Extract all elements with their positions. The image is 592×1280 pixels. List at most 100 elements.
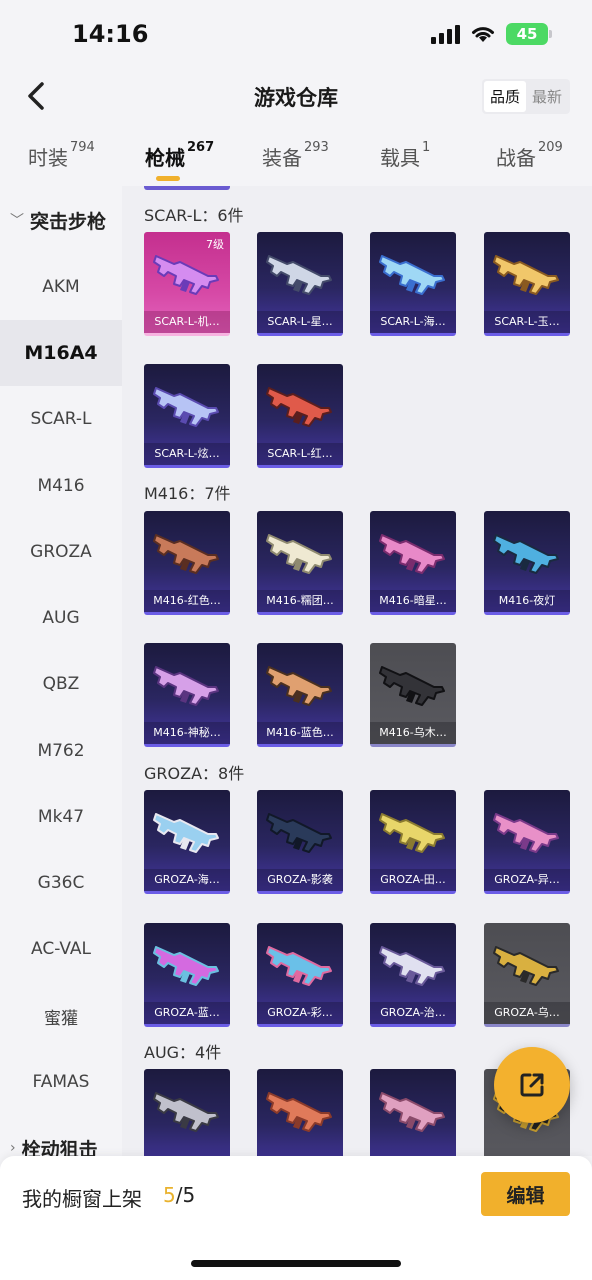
status-bar: 14:16 45 <box>0 0 592 64</box>
battery-level: 45 <box>516 25 538 43</box>
tab-equipment[interactable]: 装备 293 <box>262 140 329 171</box>
section-title-aug: AUG：4件 <box>144 1043 222 1062</box>
rifle-icon <box>153 813 219 853</box>
weapon-card[interactable]: M416-暗星… <box>370 511 456 615</box>
weapon-card[interactable]: M416-乌木… <box>370 643 456 747</box>
weapon-card[interactable] <box>257 1069 343 1156</box>
home-indicator <box>191 1260 401 1267</box>
weapon-card[interactable] <box>144 1069 230 1156</box>
weapon-card[interactable] <box>370 1069 456 1156</box>
tab-label: 装备 <box>262 146 302 170</box>
tab-count: 1 <box>422 140 431 155</box>
weapon-card[interactable]: 7级 SCAR-L-机… <box>144 232 230 336</box>
weapon-card[interactable]: GROZA-治… <box>370 923 456 1027</box>
rifle-icon <box>493 534 559 574</box>
rifle-icon <box>493 813 559 853</box>
wifi-icon <box>472 27 494 42</box>
sidebar-item-m416[interactable]: M416 <box>0 453 122 519</box>
share-icon <box>520 1073 544 1097</box>
card-label: M416-红色… <box>144 590 230 612</box>
weapon-card[interactable]: GROZA-乌… <box>484 923 570 1027</box>
weapon-card[interactable]: GROZA-田… <box>370 790 456 894</box>
sidebar-item-scar-l[interactable]: SCAR-L <box>0 386 122 452</box>
edit-button[interactable]: 编辑 <box>481 1172 570 1216</box>
sidebar-item-qbz[interactable]: QBZ <box>0 651 122 717</box>
weapon-card[interactable]: SCAR-L-海… <box>370 232 456 336</box>
card-label: SCAR-L-玉… <box>484 311 570 333</box>
rifle-icon <box>153 534 219 574</box>
sidebar-item-akm[interactable]: AKM <box>0 254 122 320</box>
sidebar-item-m762[interactable]: M762 <box>0 718 122 784</box>
section-title-groza: GROZA：8件 <box>144 764 245 783</box>
weapon-card[interactable]: M416-红色… <box>144 511 230 615</box>
sidebar-item-aug[interactable]: AUG <box>0 585 122 651</box>
weapon-card[interactable]: M416-神秘… <box>144 643 230 747</box>
sidebar-item-label: AC-VAL <box>31 939 91 959</box>
tab-supplies[interactable]: 战备 209 <box>496 140 563 171</box>
weapon-card[interactable]: SCAR-L-炫… <box>144 364 230 468</box>
rifle-icon <box>266 534 332 574</box>
rifle-icon <box>379 255 445 295</box>
rifle-icon <box>153 666 219 706</box>
weapon-card[interactable]: M416-夜灯 <box>484 511 570 615</box>
card-label: GROZA-海… <box>144 869 230 891</box>
weapon-card[interactable]: M416-糯团… <box>257 511 343 615</box>
sidebar-item-label: SCAR-L <box>30 409 92 429</box>
sort-quality-button[interactable]: 品质 <box>483 81 526 112</box>
rifle-icon <box>493 946 559 986</box>
sidebar-group-bolt[interactable]: › 栓动狙击 <box>0 1126 122 1157</box>
weapon-card[interactable]: SCAR-L-星… <box>257 232 343 336</box>
sidebar-item-ac-val[interactable]: AC-VAL <box>0 916 122 982</box>
tab-fashion[interactable]: 时装 794 <box>28 140 95 171</box>
rifle-icon <box>379 1092 445 1132</box>
weapon-sidebar[interactable]: ﹀ 突击步枪 AKM M16A4 SCAR-L M416 GROZA AUG QB… <box>0 186 122 1156</box>
card-label: GROZA-影袭 <box>257 869 343 891</box>
rifle-icon <box>266 813 332 853</box>
sort-newest-button[interactable]: 最新 <box>526 81 568 112</box>
card-label: SCAR-L-海… <box>370 311 456 333</box>
card-label: M416-神秘… <box>144 722 230 744</box>
card-label: SCAR-L-机… <box>144 311 230 333</box>
weapon-grid[interactable]: SCAR-L：6件 7级 SCAR-L-机… SCAR-L-星… SCAR-L-海… <box>122 186 592 1156</box>
sidebar-item-m16a4[interactable]: M16A4 <box>0 320 122 386</box>
weapon-card[interactable]: GROZA-影袭 <box>257 790 343 894</box>
showcase-count: 5/5 <box>163 1183 195 1207</box>
card-level: 7级 <box>206 238 224 251</box>
weapon-card[interactable]: GROZA-异… <box>484 790 570 894</box>
card-label: GROZA-乌… <box>484 1002 570 1024</box>
sidebar-item-mk47[interactable]: Mk47 <box>0 784 122 850</box>
card-label: SCAR-L-炫… <box>144 443 230 465</box>
sidebar-item-famas[interactable]: FAMAS <box>0 1049 122 1115</box>
rifle-icon <box>266 1092 332 1132</box>
card-label: GROZA-蓝… <box>144 1002 230 1024</box>
weapon-card[interactable]: GROZA-蓝… <box>144 923 230 1027</box>
sidebar-item-label: M416 <box>37 476 85 496</box>
tab-guns[interactable]: 枪械 267 <box>145 140 214 171</box>
sidebar-item-honey-badger[interactable]: 蜜獾 <box>0 983 122 1049</box>
card-label: SCAR-L-星… <box>257 311 343 333</box>
weapon-card[interactable]: M416-蓝色… <box>257 643 343 747</box>
tab-vehicles[interactable]: 载具 1 <box>380 140 431 171</box>
card-label: SCAR-L-红… <box>257 443 343 465</box>
weapon-card[interactable]: GROZA-彩… <box>257 923 343 1027</box>
tab-label: 枪械 <box>145 146 185 170</box>
tab-label: 时装 <box>28 146 68 170</box>
weapon-card[interactable]: SCAR-L-玉… <box>484 232 570 336</box>
sidebar-item-label: AKM <box>42 277 80 297</box>
weapon-card[interactable]: GROZA-海… <box>144 790 230 894</box>
weapon-card[interactable]: SCAR-L-红… <box>257 364 343 468</box>
share-button[interactable] <box>494 1047 570 1123</box>
scroll-indicator <box>144 186 230 190</box>
rifle-icon <box>153 387 219 427</box>
sidebar-item-g36c[interactable]: G36C <box>0 850 122 916</box>
sidebar-group-assault[interactable]: ﹀ 突击步枪 <box>0 198 122 242</box>
card-label: GROZA-田… <box>370 869 456 891</box>
sidebar-item-groza[interactable]: GROZA <box>0 519 122 585</box>
rifle-icon <box>266 255 332 295</box>
rifle-icon <box>379 534 445 574</box>
chevron-down-icon: ﹀ <box>10 213 24 229</box>
sidebar-item-label: M762 <box>37 741 85 761</box>
nav-bar: 游戏仓库 品质 最新 <box>0 64 592 128</box>
battery-icon: 45 <box>506 23 552 45</box>
sidebar-group-label: 栓动狙击 <box>21 1138 98 1157</box>
